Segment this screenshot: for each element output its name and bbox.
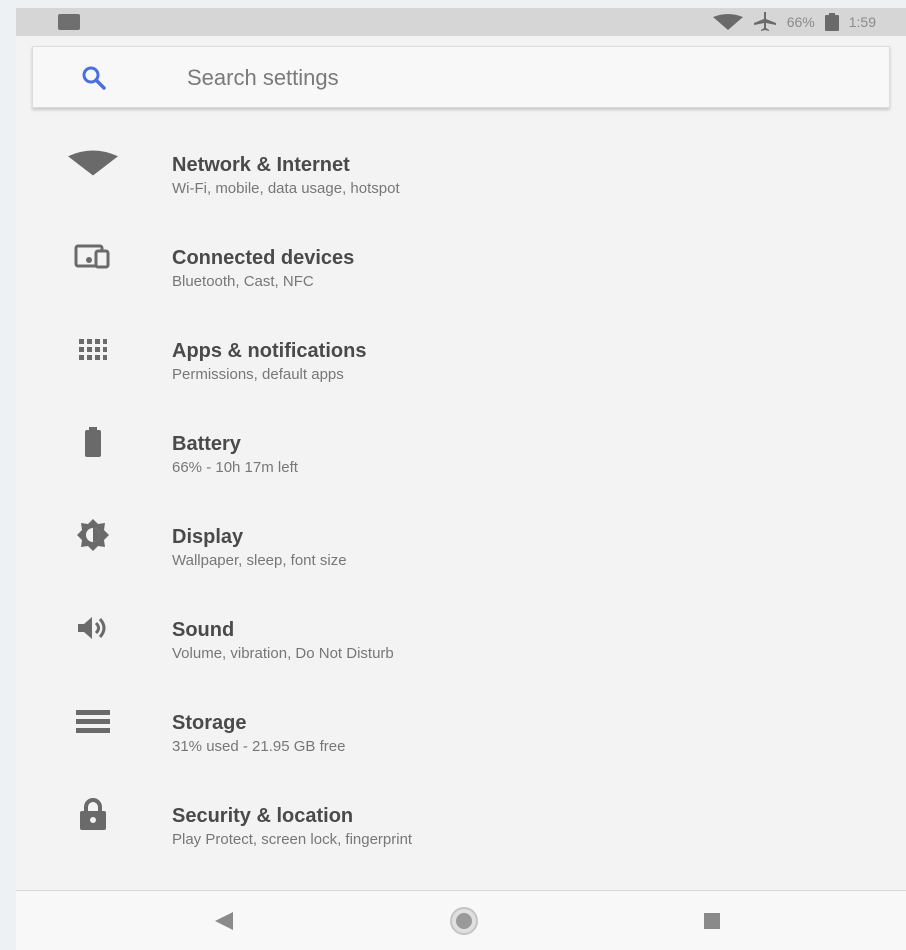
- settings-screen: 66% 1:59 Network & Internet Wi-Fi, mobil…: [16, 8, 906, 950]
- wifi-icon: [68, 146, 118, 180]
- settings-item-subtitle: Play Protect, screen lock, fingerprint: [172, 831, 413, 848]
- status-bar-right: 66% 1:59: [712, 8, 876, 36]
- battery-icon: [68, 425, 118, 459]
- settings-item-apps[interactable]: Apps & notifications Permissions, defaul…: [16, 318, 906, 411]
- storage-icon: [68, 704, 118, 738]
- brightness-icon: [68, 518, 118, 552]
- settings-item-battery[interactable]: Battery 66% - 10h 17m left: [16, 411, 906, 504]
- home-icon: [450, 907, 478, 935]
- settings-item-title: Apps & notifications: [172, 340, 367, 362]
- settings-item-title: Connected devices: [172, 247, 355, 269]
- settings-item-title: Network & Internet: [172, 154, 350, 176]
- settings-item-title: Sound: [172, 619, 235, 641]
- settings-item-subtitle: Volume, vibration, Do Not Disturb: [172, 645, 394, 662]
- settings-item-title: Storage: [172, 712, 247, 734]
- apps-grid-icon: [68, 332, 118, 366]
- settings-item-storage[interactable]: Storage 31% used - 21.95 GB free: [16, 690, 906, 783]
- devices-icon: [68, 239, 118, 273]
- notification-icon: [58, 14, 80, 30]
- settings-item-title: Display: [172, 526, 244, 548]
- settings-item-security[interactable]: Security & location Play Protect, screen…: [16, 783, 906, 876]
- settings-item-subtitle: Wallpaper, sleep, font size: [172, 552, 347, 569]
- search-icon: [81, 65, 107, 91]
- search-input[interactable]: [187, 59, 847, 97]
- airplane-mode-icon: [753, 12, 777, 32]
- settings-item-subtitle: Bluetooth, Cast, NFC: [172, 273, 314, 290]
- clock: 1:59: [848, 14, 876, 30]
- back-button[interactable]: [204, 905, 244, 937]
- status-bar: 66% 1:59: [16, 8, 906, 36]
- settings-item-subtitle: 31% used - 21.95 GB free: [172, 738, 346, 755]
- wifi-signal-icon: [712, 14, 743, 30]
- battery-status-icon: [824, 13, 839, 31]
- settings-item-subtitle: Permissions, default apps: [172, 366, 344, 383]
- settings-item-display[interactable]: Display Wallpaper, sleep, font size: [16, 504, 906, 597]
- recents-icon: [704, 913, 720, 929]
- lock-icon: [68, 797, 118, 831]
- navigation-bar: [16, 890, 906, 950]
- settings-item-sound[interactable]: Sound Volume, vibration, Do Not Disturb: [16, 597, 906, 690]
- settings-item-title: Battery: [172, 433, 241, 455]
- settings-list: Network & Internet Wi-Fi, mobile, data u…: [16, 132, 906, 876]
- settings-item-connected-devices[interactable]: Connected devices Bluetooth, Cast, NFC: [16, 225, 906, 318]
- settings-item-network[interactable]: Network & Internet Wi-Fi, mobile, data u…: [16, 132, 906, 225]
- settings-item-title: Security & location: [172, 805, 354, 827]
- recents-button[interactable]: [692, 905, 732, 937]
- volume-icon: [68, 611, 118, 645]
- settings-item-subtitle: 66% - 10h 17m left: [172, 459, 298, 476]
- back-icon: [215, 912, 233, 930]
- battery-percent: 66%: [786, 14, 815, 30]
- home-button[interactable]: [444, 905, 484, 937]
- settings-item-subtitle: Wi-Fi, mobile, data usage, hotspot: [172, 180, 400, 197]
- search-bar[interactable]: [32, 46, 890, 108]
